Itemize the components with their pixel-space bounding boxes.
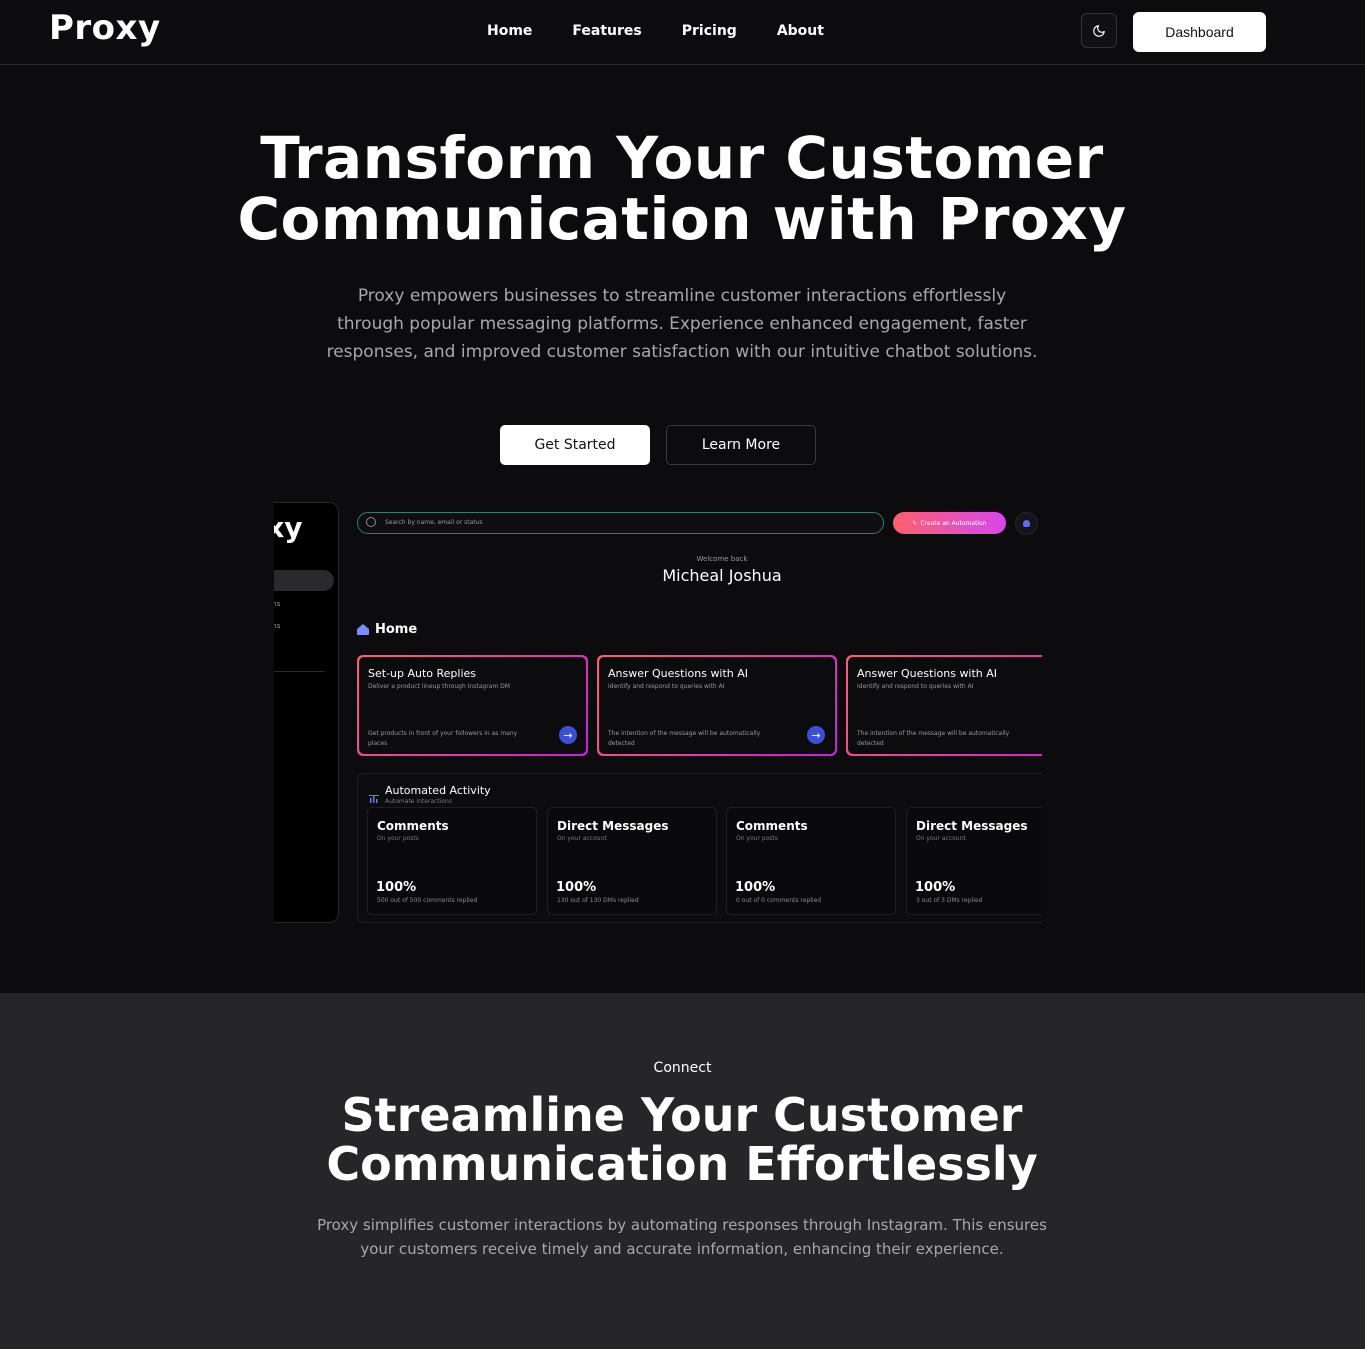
- preview-logo: oxy: [274, 511, 303, 544]
- hero-title-line2: Communication with Proxy: [237, 185, 1127, 253]
- hero-subtitle: Proxy empowers businesses to streamline …: [326, 286, 1038, 362]
- sparkle-icon: ϟ: [912, 519, 917, 527]
- stat-subtitle: On your account: [916, 835, 966, 842]
- section-title-line1: Streamline Your Customer: [341, 1088, 1023, 1142]
- theme-toggle-button[interactable]: [1081, 13, 1117, 48]
- stat-footer: 3 out of 3 DMs replied: [916, 897, 983, 904]
- create-automation-button[interactable]: ϟ Create an Automation: [893, 512, 1006, 534]
- stat-footer: 0 out of 0 comments replied: [736, 897, 822, 904]
- activity-subtitle: Automate interactions: [385, 798, 452, 805]
- stat-card: Comments On your posts 100% 500 out of 5…: [367, 807, 537, 915]
- stat-footer: 500 out of 500 comments replied: [377, 897, 478, 904]
- card-footer-text: Get products in front of your followers …: [368, 730, 518, 747]
- automation-card[interactable]: Answer Questions with AI Identify and re…: [597, 655, 837, 756]
- card-footer-text: The intention of the message will be aut…: [608, 730, 761, 747]
- create-automation-label: Create an Automation: [920, 519, 987, 527]
- stat-title: Direct Messages: [557, 819, 669, 833]
- card-description: Identify and respond to queries with AI: [857, 683, 974, 690]
- stat-title: Comments: [377, 819, 449, 833]
- section-title-line2: Communication Effortlessly: [326, 1137, 1038, 1191]
- card-title: Set-up Auto Replies: [368, 667, 477, 680]
- home-icon: [357, 624, 369, 635]
- section-subtitle: Proxy simplifies customer interactions b…: [317, 1216, 1047, 1258]
- stat-percent: 100%: [556, 880, 597, 895]
- stat-title: Direct Messages: [916, 819, 1028, 833]
- stat-subtitle: On your posts: [377, 835, 419, 842]
- notification-button[interactable]: [1015, 512, 1038, 535]
- preview-search-input[interactable]: Search by name, email or status: [357, 512, 884, 534]
- home-label: Home: [375, 622, 418, 637]
- automated-activity-panel: Automated Activity Automate interactions…: [357, 773, 1042, 923]
- stat-percent: 100%: [915, 880, 956, 895]
- welcome-text: Welcome back: [696, 555, 748, 563]
- nav-link-about[interactable]: About: [777, 23, 824, 39]
- dashboard-button[interactable]: Dashboard: [1133, 12, 1266, 52]
- stat-card: Comments On your posts 100% 0 out of 0 c…: [726, 807, 896, 915]
- nav-link-features[interactable]: Features: [572, 23, 641, 39]
- card-title: Answer Questions with AI: [857, 667, 998, 680]
- bell-icon: [1023, 520, 1030, 527]
- preview-sidebar: oxy ations ations s: [274, 502, 339, 923]
- top-nav: Proxy Home Features Pricing About Dashbo…: [0, 0, 1365, 65]
- nav-links: Home Features Pricing About: [487, 23, 864, 39]
- home-heading: Home: [357, 622, 417, 637]
- activity-title: Automated Activity: [385, 784, 491, 797]
- preview-search-placeholder: Search by name, email or status: [385, 519, 483, 526]
- stat-card: Direct Messages On your account 100% 130…: [547, 807, 717, 915]
- automation-card[interactable]: Answer Questions with AI Identify and re…: [846, 655, 1042, 756]
- search-icon: [366, 517, 376, 527]
- stat-subtitle: On your account: [557, 835, 607, 842]
- nav-link-home[interactable]: Home: [487, 23, 532, 39]
- stat-footer: 130 out of 130 DMs replied: [557, 897, 639, 904]
- dashboard-preview: oxy ations ations s Search by name, emai…: [274, 500, 1042, 925]
- learn-more-button[interactable]: Learn More: [666, 425, 816, 465]
- stat-subtitle: On your posts: [736, 835, 778, 842]
- automation-card[interactable]: Set-up Auto Replies Deliver a product li…: [357, 655, 588, 756]
- section-kicker: Connect: [653, 1060, 712, 1076]
- brand-logo[interactable]: Proxy: [49, 8, 161, 48]
- hero-title-line1: Transform Your Customer: [260, 124, 1104, 192]
- user-name: Micheal Joshua: [662, 566, 782, 585]
- stat-card: Direct Messages On your account 100% 3 o…: [906, 807, 1042, 915]
- stat-percent: 100%: [735, 880, 776, 895]
- stat-title: Comments: [736, 819, 808, 833]
- arrow-right-icon[interactable]: →: [559, 726, 577, 744]
- bar-chart-icon: [369, 788, 379, 803]
- connect-section: Connect Streamline Your Customer Communi…: [0, 993, 1365, 1349]
- preview-sidebar-divider: [274, 671, 325, 672]
- hero-title: Transform Your Customer Communication wi…: [182, 128, 1182, 250]
- preview-sidebar-item[interactable]: ations: [274, 600, 280, 608]
- card-footer-text: The intention of the message will be aut…: [857, 730, 1010, 747]
- section-title: Streamline Your Customer Communication E…: [232, 1091, 1132, 1189]
- card-description: Identify and respond to queries with AI: [608, 683, 725, 690]
- preview-sidebar-item[interactable]: ations: [274, 622, 280, 630]
- card-description: Deliver a product lineup through Instagr…: [368, 683, 510, 690]
- stat-percent: 100%: [376, 880, 417, 895]
- arrow-right-icon[interactable]: →: [807, 726, 825, 744]
- get-started-button[interactable]: Get Started: [500, 425, 650, 465]
- moon-icon: [1093, 24, 1105, 37]
- nav-link-pricing[interactable]: Pricing: [682, 23, 737, 39]
- card-title: Answer Questions with AI: [608, 667, 749, 680]
- preview-sidebar-active-item[interactable]: [274, 570, 334, 591]
